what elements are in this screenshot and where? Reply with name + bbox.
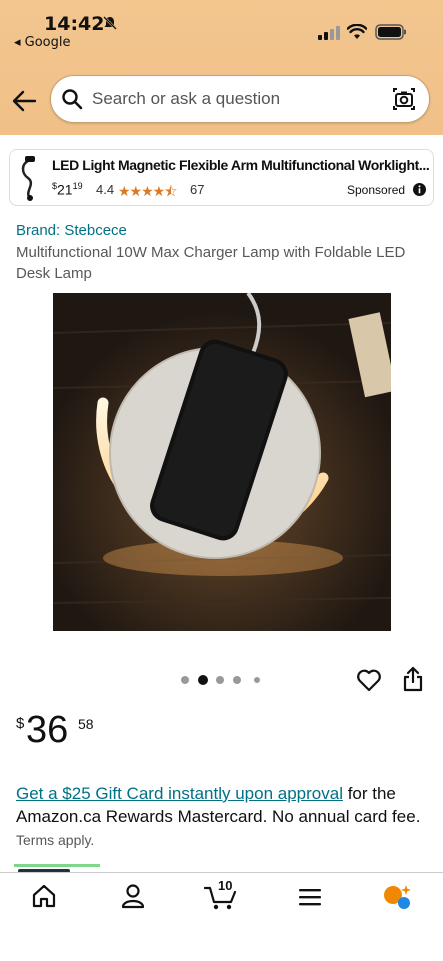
image-carousel-dots[interactable]	[181, 675, 271, 685]
carousel-dot[interactable]	[254, 677, 260, 683]
product-title: Multifunctional 10W Max Charger Lamp wit…	[16, 244, 406, 282]
carousel-dot[interactable]	[216, 676, 224, 684]
search-placeholder[interactable]: Search or ask a question	[92, 89, 280, 109]
home-icon[interactable]	[31, 883, 57, 909]
battery-icon	[375, 24, 406, 40]
terms-apply-link[interactable]: Terms apply.	[16, 832, 94, 848]
brand-link[interactable]: Brand: Stebcece	[16, 222, 127, 239]
carousel-dot[interactable]	[181, 676, 189, 684]
sponsored-review-count: 67	[190, 182, 205, 197]
carousel-dot[interactable]	[233, 676, 241, 684]
heart-icon[interactable]	[356, 668, 382, 692]
sponsored-price: $2119	[52, 181, 83, 198]
credit-card-offer: Get a $25 Gift Card instantly upon appro…	[16, 782, 426, 852]
rufus-assistant-icon[interactable]	[382, 883, 412, 911]
star-rating-icon: ★★★★⯪	[118, 183, 177, 199]
product-image[interactable]	[53, 293, 391, 631]
sponsored-product-title[interactable]: LED Light Magnetic Flexible Arm Multifun…	[52, 157, 430, 173]
header-bar: 14:42 ◂ Google Search or ask a question	[0, 0, 443, 135]
cart-icon[interactable]	[204, 885, 238, 911]
search-bar[interactable]: Search or ask a question	[50, 75, 430, 123]
account-icon[interactable]	[120, 883, 146, 909]
back-arrow-icon[interactable]	[11, 88, 37, 114]
bottom-navigation: 10	[0, 872, 443, 961]
share-icon[interactable]	[402, 666, 424, 692]
carousel-dot-active[interactable]	[198, 675, 208, 685]
sponsored-rating: 4.4	[96, 182, 115, 197]
gift-card-offer-link[interactable]: Get a $25 Gift Card instantly upon appro…	[16, 784, 343, 803]
silent-bell-icon	[103, 16, 117, 30]
progress-indicator	[14, 864, 100, 867]
sponsored-product-card[interactable]: LED Light Magnetic Flexible Arm Multifun…	[9, 149, 434, 206]
wifi-icon	[347, 24, 367, 39]
camera-search-icon[interactable]	[391, 86, 417, 112]
sponsored-product-thumbnail	[21, 156, 35, 201]
cellular-signal-icon	[318, 26, 340, 40]
status-time: 14:42	[44, 13, 105, 35]
sponsored-label: Sponsored	[347, 183, 406, 197]
info-icon[interactable]	[413, 183, 426, 196]
search-icon	[62, 89, 83, 110]
menu-icon[interactable]	[298, 887, 322, 907]
back-to-google-link[interactable]: ◂ Google	[14, 35, 71, 50]
